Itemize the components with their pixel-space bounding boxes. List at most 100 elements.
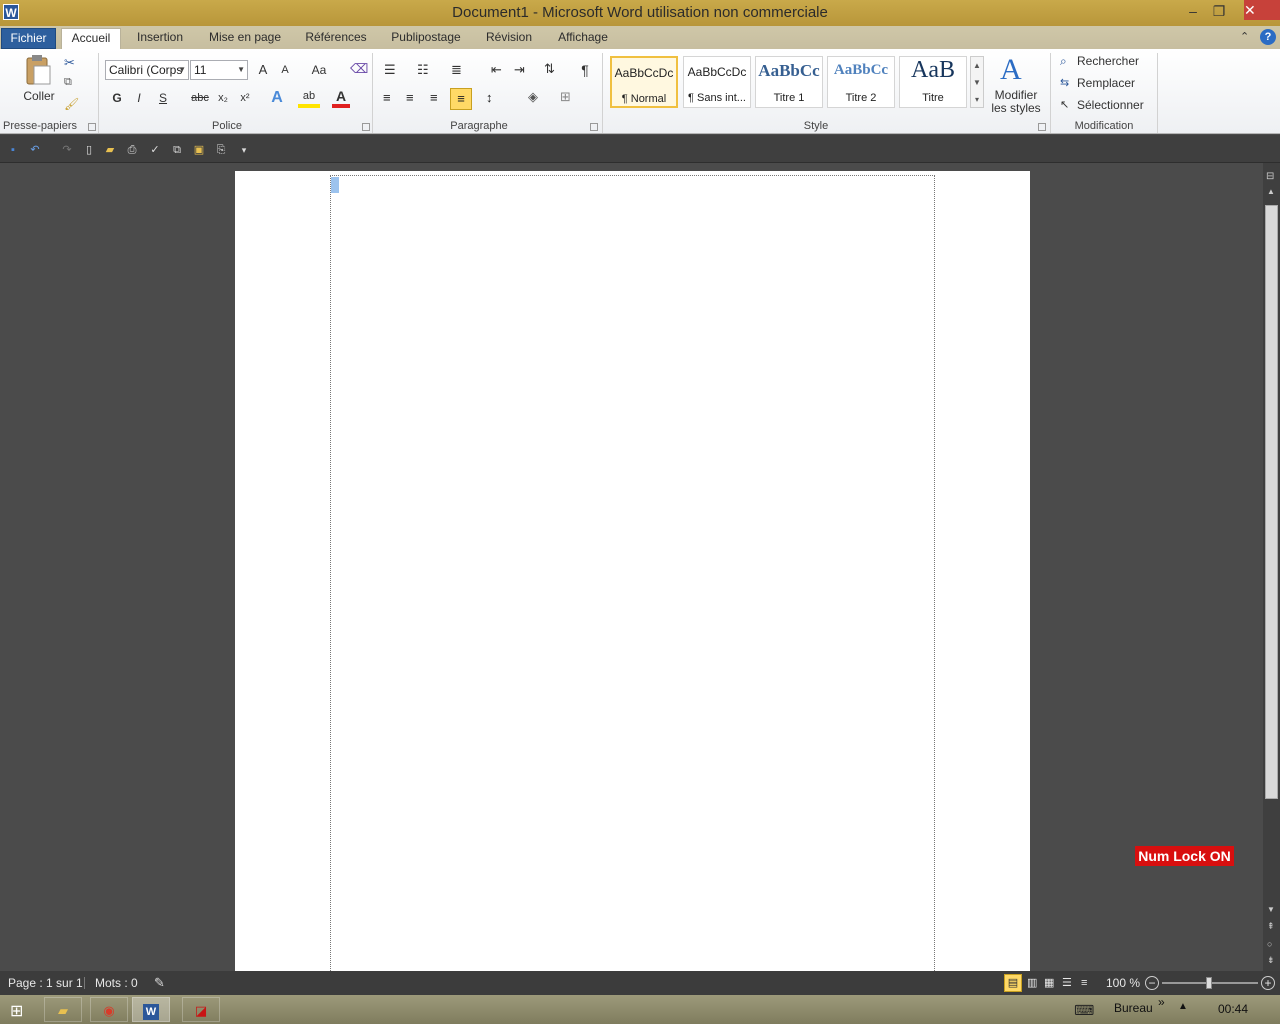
windows-start-icon[interactable]: ⊞ bbox=[10, 1001, 23, 1021]
next-page-icon[interactable]: ⇟ bbox=[1267, 955, 1275, 966]
customize-toolbar-icon[interactable]: ▾ bbox=[237, 143, 251, 157]
font-size-combo[interactable]: 11 ▼ bbox=[190, 60, 248, 80]
style-heading-2[interactable]: AaBbCc Titre 2 bbox=[827, 56, 895, 108]
minimize-button[interactable]: ‒ bbox=[1180, 2, 1206, 20]
close-button[interactable]: ✕ bbox=[1244, 0, 1280, 20]
justify-icon[interactable]: ≡ bbox=[450, 88, 472, 110]
web-layout-icon[interactable]: ▦ bbox=[1044, 971, 1054, 995]
redo-icon[interactable]: ↷ bbox=[60, 143, 74, 157]
tab-insertion[interactable]: Insertion bbox=[128, 28, 192, 49]
change-case-button[interactable]: Aa bbox=[306, 60, 332, 80]
italic-button[interactable]: I bbox=[130, 88, 148, 108]
page-count[interactable]: Page : 1 sur 1 bbox=[8, 971, 83, 995]
clipboard-launcher-icon[interactable] bbox=[88, 123, 96, 131]
replace-button[interactable]: Remplacer bbox=[1077, 76, 1135, 90]
scroll-up-icon[interactable]: ▲ bbox=[1267, 187, 1275, 196]
pdf-reader-icon[interactable]: ◪ bbox=[182, 997, 220, 1022]
word-count[interactable]: Mots : 0 bbox=[95, 971, 138, 995]
underline-button[interactable]: S bbox=[154, 88, 172, 108]
align-left-icon[interactable]: ≡ bbox=[383, 90, 391, 105]
browse-object-icon[interactable]: ○ bbox=[1267, 939, 1272, 949]
full-screen-reading-icon[interactable]: ▥ bbox=[1027, 971, 1037, 995]
tab-affichage[interactable]: Affichage bbox=[550, 28, 616, 49]
word-taskbar-button[interactable]: W bbox=[132, 997, 170, 1022]
scroll-down-icon[interactable]: ▼ bbox=[1267, 905, 1275, 914]
superscript-button[interactable]: x² bbox=[236, 88, 254, 108]
new-document-icon[interactable]: ▯ bbox=[82, 143, 96, 157]
change-styles-icon[interactable]: A bbox=[1000, 53, 1022, 87]
desktop-toolbar-label[interactable]: Bureau bbox=[1114, 1001, 1153, 1015]
ruler-toggle-icon[interactable]: ⊟ bbox=[1266, 171, 1274, 182]
styles-gallery-scroll-icon[interactable]: ▲ ▼ ▾ bbox=[970, 56, 984, 108]
tray-expand-icon[interactable]: ▲ bbox=[1178, 1001, 1188, 1012]
paste-icon[interactable] bbox=[24, 54, 52, 86]
show-formatting-button[interactable]: ¶ bbox=[576, 60, 594, 80]
collapse-ribbon-icon[interactable]: ⌃ bbox=[1240, 30, 1249, 43]
copy-icon[interactable]: ⧉ bbox=[64, 76, 72, 89]
style-title[interactable]: AaB Titre bbox=[899, 56, 967, 108]
font-launcher-icon[interactable] bbox=[362, 123, 370, 131]
tab-mise-en-page[interactable]: Mise en page bbox=[202, 28, 288, 49]
grow-font-button[interactable]: A bbox=[254, 60, 272, 80]
cut-icon[interactable]: ✂ bbox=[64, 55, 75, 71]
print-preview-icon[interactable]: ⧉ bbox=[170, 143, 184, 157]
increase-indent-icon[interactable]: ⇥ bbox=[514, 62, 525, 78]
tab-fichier[interactable]: Fichier bbox=[1, 28, 56, 49]
print-icon[interactable]: ⎙ bbox=[125, 143, 139, 157]
subscript-button[interactable]: x₂ bbox=[214, 88, 232, 108]
tab-references[interactable]: Références bbox=[298, 28, 374, 49]
file-explorer-icon[interactable]: ▰ bbox=[44, 997, 82, 1022]
strikethrough-button[interactable]: abc bbox=[188, 88, 212, 108]
outline-icon[interactable]: ☰ bbox=[1062, 971, 1072, 995]
shrink-font-button[interactable]: A bbox=[276, 60, 294, 80]
paragraph-launcher-icon[interactable] bbox=[590, 123, 598, 131]
help-icon[interactable]: ? bbox=[1260, 29, 1276, 45]
select-button[interactable]: Sélectionner bbox=[1077, 98, 1144, 112]
scrollbar-thumb[interactable] bbox=[1265, 205, 1278, 799]
clear-formatting-icon[interactable]: ⌫ bbox=[350, 61, 368, 77]
bullets-icon[interactable]: ☰ bbox=[384, 62, 396, 78]
restore-button[interactable]: ❐ bbox=[1206, 2, 1232, 20]
proofing-icon[interactable]: ✎ bbox=[154, 971, 165, 995]
clock[interactable]: 00:44 bbox=[1218, 1002, 1248, 1016]
font-name-combo[interactable]: Calibri (Corps ▼ bbox=[105, 60, 189, 80]
print-layout-icon[interactable]: ▤ bbox=[1004, 974, 1022, 992]
bold-button[interactable]: G bbox=[108, 88, 126, 108]
tab-accueil[interactable]: Accueil bbox=[61, 28, 121, 50]
zoom-in-button[interactable]: + bbox=[1261, 976, 1275, 990]
zoom-slider-thumb[interactable] bbox=[1206, 977, 1212, 989]
multilevel-list-icon[interactable]: ≣ bbox=[451, 62, 462, 78]
keyboard-icon[interactable]: ⌨ bbox=[1074, 1002, 1094, 1019]
align-right-icon[interactable]: ≡ bbox=[430, 90, 438, 105]
highlight-button[interactable]: ab bbox=[298, 88, 320, 108]
shading-icon[interactable]: ◈ bbox=[528, 89, 538, 105]
insert-picture-icon[interactable]: ▣ bbox=[192, 143, 206, 157]
chrome-icon[interactable]: ◉ bbox=[90, 997, 128, 1022]
borders-icon[interactable]: ⊞ bbox=[560, 89, 571, 105]
paste-button[interactable]: Coller bbox=[20, 86, 58, 106]
change-styles-button[interactable]: Modifier les styles bbox=[986, 89, 1046, 115]
style-no-spacing[interactable]: AaBbCcDc ¶ Sans int... bbox=[683, 56, 751, 108]
format-painter-icon[interactable]: 🖌 bbox=[64, 97, 79, 111]
tab-revision[interactable]: Révision bbox=[480, 28, 538, 49]
find-button[interactable]: Rechercher bbox=[1077, 54, 1139, 68]
decrease-indent-icon[interactable]: ⇤ bbox=[491, 62, 502, 78]
style-normal[interactable]: AaBbCcDc ¶ Normal bbox=[610, 56, 678, 108]
zoom-out-button[interactable]: − bbox=[1145, 976, 1159, 990]
text-effects-button[interactable]: A bbox=[268, 88, 286, 108]
desktop-toolbar-chevron[interactable]: » bbox=[1158, 995, 1165, 1009]
draft-icon[interactable]: ≡ bbox=[1081, 971, 1087, 995]
document-view-icon[interactable]: ⎘ bbox=[214, 143, 228, 157]
undo-icon[interactable]: ↶ bbox=[28, 143, 42, 157]
zoom-level[interactable]: 100 % bbox=[1106, 971, 1140, 995]
open-folder-icon[interactable]: ▰ bbox=[103, 143, 117, 157]
line-spacing-icon[interactable]: ↕ bbox=[486, 90, 493, 105]
tab-publipostage[interactable]: Publipostage bbox=[384, 28, 468, 49]
font-color-button[interactable]: A bbox=[332, 88, 350, 108]
sort-icon[interactable]: ⇅ bbox=[544, 61, 555, 77]
align-center-icon[interactable]: ≡ bbox=[406, 90, 414, 105]
spelling-icon[interactable]: ✓ bbox=[148, 143, 162, 157]
previous-page-icon[interactable]: ⇞ bbox=[1267, 921, 1275, 932]
numbering-icon[interactable]: ☷ bbox=[417, 62, 429, 78]
style-heading-1[interactable]: AaBbCc Titre 1 bbox=[755, 56, 823, 108]
